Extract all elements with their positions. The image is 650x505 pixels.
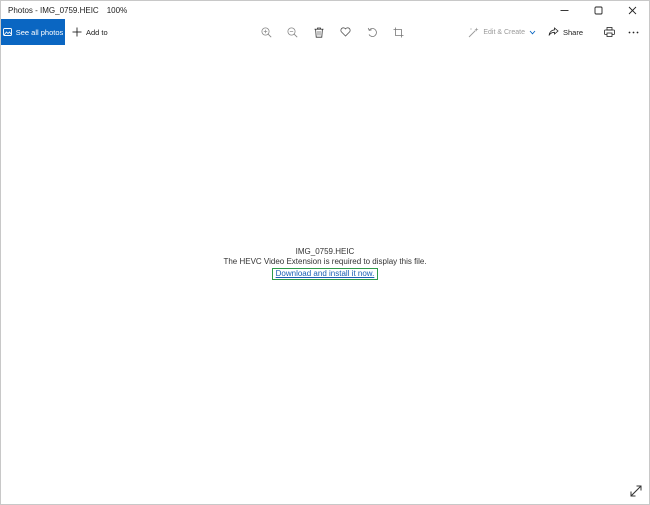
image-tools — [253, 19, 412, 45]
delete-button[interactable] — [306, 19, 333, 45]
add-to-button[interactable]: Add to — [72, 27, 108, 37]
edit-create-button[interactable]: Edit & Create — [468, 27, 536, 38]
close-icon — [628, 6, 636, 14]
printer-icon — [603, 27, 615, 37]
missing-codec-message: IMG_0759.HEIC The HEVC Video Extension i… — [1, 247, 649, 280]
favorite-button[interactable] — [333, 19, 360, 45]
window-title: Photos - IMG_0759.HEIC 100% — [1, 6, 127, 15]
rotate-icon — [367, 27, 377, 37]
more-icon — [628, 31, 638, 33]
crop-button[interactable] — [386, 19, 413, 45]
close-button[interactable] — [615, 1, 649, 19]
expand-icon — [630, 485, 642, 497]
see-all-photos-label: See all photos — [15, 27, 64, 37]
print-button[interactable] — [597, 19, 621, 45]
crop-icon — [393, 27, 404, 37]
title-bar: Photos - IMG_0759.HEIC 100% — [1, 1, 649, 19]
zoom-level: 100% — [106, 5, 128, 15]
codec-required-text: The HEVC Video Extension is required to … — [223, 257, 427, 266]
window-title-text: Photos - IMG_0759.HEIC — [8, 5, 99, 15]
zoom-in-button[interactable] — [253, 19, 280, 45]
share-icon — [548, 27, 559, 36]
download-install-link[interactable]: Download and install it now. — [276, 269, 375, 278]
minimize-icon — [560, 9, 568, 11]
zoom-out-icon — [287, 27, 298, 38]
toolbar: See all photos Add to Edit & Create Shar… — [1, 19, 649, 45]
trash-icon — [314, 27, 324, 38]
photos-window: Photos - IMG_0759.HEIC 100% See all photo… — [0, 0, 650, 505]
minimize-button[interactable] — [547, 1, 581, 19]
rotate-button[interactable] — [359, 19, 386, 45]
add-to-label: Add to — [86, 27, 108, 37]
magic-wand-icon — [469, 27, 479, 37]
edit-create-label: Edit & Create — [483, 28, 525, 36]
maximize-button[interactable] — [581, 1, 615, 19]
photos-icon — [2, 28, 12, 36]
right-tools: Edit & Create Share — [468, 19, 645, 45]
zoom-in-icon — [261, 27, 272, 38]
maximize-icon — [594, 6, 602, 14]
chevron-down-icon — [529, 30, 536, 34]
image-viewer-area: IMG_0759.HEIC The HEVC Video Extension i… — [1, 45, 649, 504]
file-name: IMG_0759.HEIC — [295, 247, 355, 256]
see-all-photos-button[interactable]: See all photos — [1, 19, 65, 45]
more-options-button[interactable] — [621, 19, 645, 45]
full-screen-button[interactable] — [629, 484, 643, 498]
zoom-out-button[interactable] — [280, 19, 307, 45]
caption-controls — [547, 1, 649, 19]
share-button[interactable]: Share — [548, 27, 583, 37]
download-link-highlight: Download and install it now. — [271, 268, 379, 280]
plus-icon — [72, 27, 82, 37]
heart-icon — [340, 27, 351, 37]
share-label: Share — [562, 27, 583, 37]
